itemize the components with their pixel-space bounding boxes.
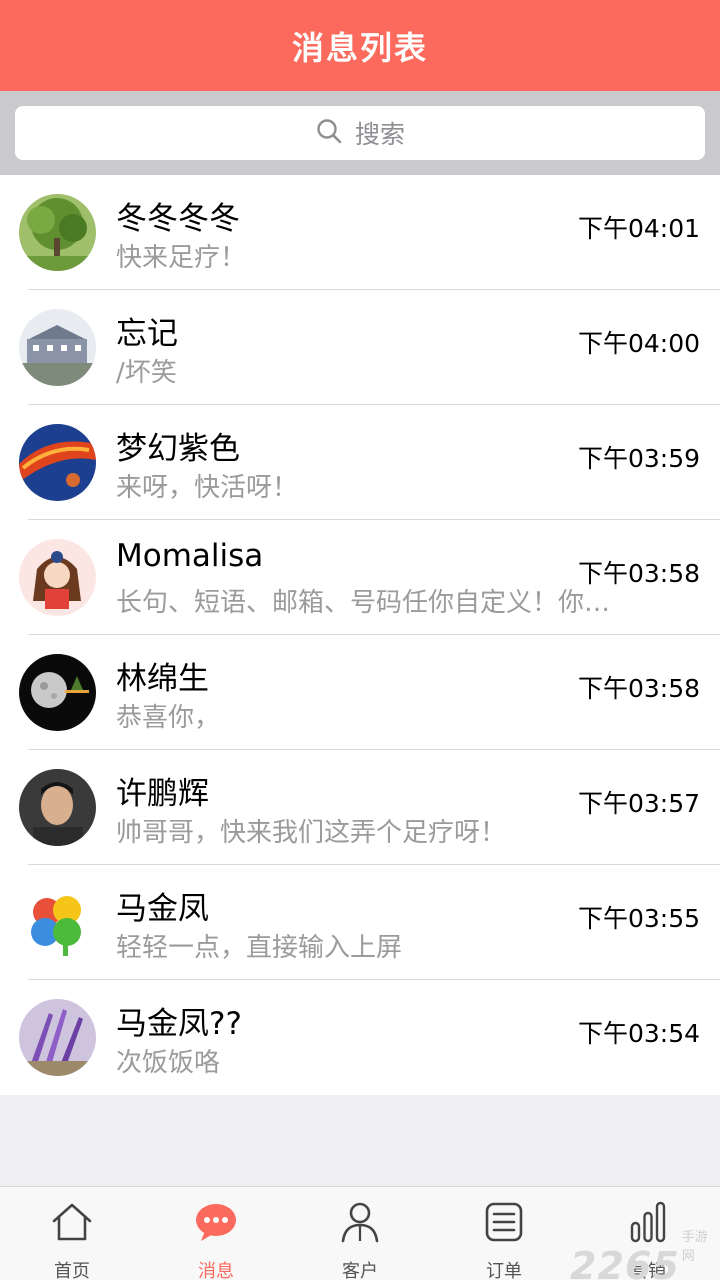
message-time: 下午03:59 [577,444,700,473]
avatar [19,769,96,846]
tab-label: 消息 [198,1261,234,1280]
conversation-row[interactable]: Momalisa 长句、短语、邮箱、号码任你自定义！你… 下午03:58 [0,520,720,635]
message-time: 下午03:57 [577,789,700,818]
search-icon [315,117,343,149]
avatar [19,884,96,961]
contact-name: 马金凤?? [116,1006,242,1042]
message-time: 下午03:55 [577,904,700,933]
message-time: 下午03:58 [577,559,700,588]
conversation-row[interactable]: 冬冬冬冬 快来足疗！ 下午04:01 [0,175,720,290]
avatar [19,424,96,501]
conversation-row[interactable]: 许鹏辉 帅哥哥，快来我们这弄个足疗呀！ 下午03:57 [0,750,720,865]
home-icon [49,1199,95,1249]
tab-orders[interactable]: 订单 [432,1187,576,1280]
conversation-row[interactable]: 马金凤?? 次饭饭咯 下午03:54 [0,980,720,1095]
conversation-list: 冬冬冬冬 快来足疗！ 下午04:01 忘记 /坏笑 下午04:00 梦幻紫色 来… [0,175,720,1095]
avatar [19,999,96,1076]
avatar [19,539,96,616]
contact-name: Momalisa [116,538,264,574]
tab-messages[interactable]: 消息 [144,1187,288,1280]
tab-label: 客户 [342,1261,378,1280]
chat-bubble-icon [193,1199,239,1249]
conversation-row[interactable]: 忘记 /坏笑 下午04:00 [0,290,720,405]
search-bar: 搜索 [0,91,720,175]
contact-name: 许鹏辉 [116,776,209,812]
search-placeholder: 搜索 [354,120,405,149]
watermark-number: 2265 [570,1244,680,1280]
message-time: 下午03:54 [577,1019,700,1048]
contact-name: 林绵生 [116,661,209,697]
message-time: 下午04:00 [577,329,700,358]
contact-name: 梦幻紫色 [116,431,240,467]
search-input[interactable]: 搜索 [15,106,705,160]
person-icon [337,1199,383,1249]
avatar [19,654,96,731]
watermark: 2265 手游网 [570,1226,720,1280]
contact-name: 马金凤 [116,891,209,927]
watermark-text: 手游网 [681,1230,708,1264]
tab-label: 首页 [54,1261,90,1280]
tab-home[interactable]: 首页 [0,1187,144,1280]
message-time: 下午03:58 [577,674,700,703]
conversation-row[interactable]: 林绵生 恭喜你， 下午03:58 [0,635,720,750]
page-title: 消息列表 [291,28,428,67]
tab-label: 订单 [486,1261,522,1280]
message-time: 下午04:01 [577,214,700,243]
avatar [19,194,96,271]
header-bar: 消息列表 [0,0,720,91]
conversation-row[interactable]: 梦幻紫色 来呀，快活呀！ 下午03:59 [0,405,720,520]
conversation-row[interactable]: 马金凤 轻轻一点，直接输入上屏 下午03:55 [0,865,720,980]
tab-customers[interactable]: 客户 [288,1187,432,1280]
list-icon [481,1199,527,1249]
contact-name: 冬冬冬冬 [116,201,240,237]
contact-name: 忘记 [116,316,178,352]
avatar [19,309,96,386]
